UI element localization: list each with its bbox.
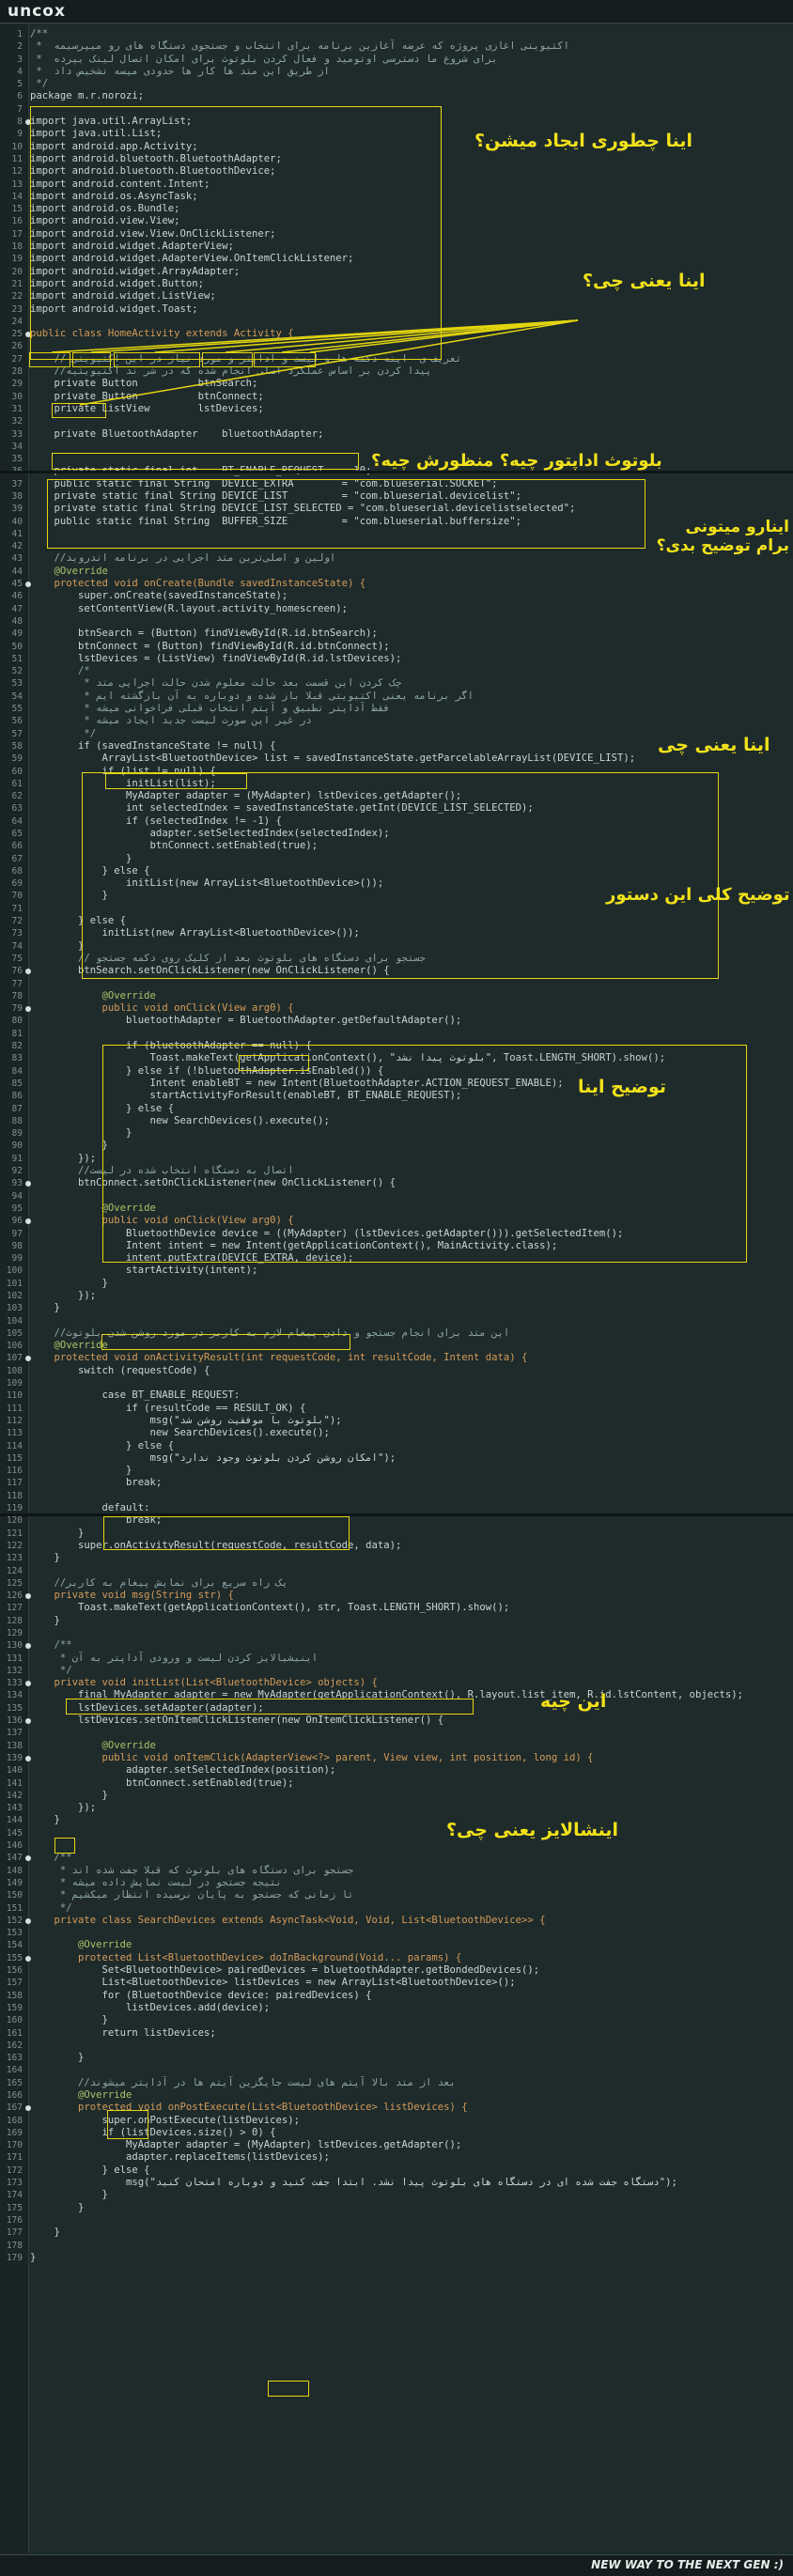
note-onclick: توضیح اینا bbox=[578, 1077, 667, 1097]
code-editor: 1/** 2 * اکتیویتی اغازی پروژه که عرضه آغا… bbox=[0, 24, 793, 2553]
annotation-arrows bbox=[51, 319, 579, 406]
note-saved-state: اینا یعنی چی bbox=[658, 735, 770, 755]
note-initlist: اینشالایز یعنی چی؟ bbox=[446, 1820, 618, 1840]
site-logo: uncox bbox=[8, 2, 66, 21]
footer-slogan: NEW WAY TO THE NEXT GEN :) bbox=[591, 2558, 784, 2571]
note-imports: اینا چطوری ایجاد میشن؟ bbox=[474, 131, 693, 151]
note-constants: اینارو میتونی برام توضیح بدی؟ bbox=[656, 518, 789, 555]
note-super-result: این چیه bbox=[540, 1691, 607, 1712]
note-bluetooth-adapter: بلوتوث اداپتور چیه؟ منظورش چیه؟ bbox=[371, 451, 662, 471]
note-class-keywords: اینا یعنی چی؟ bbox=[583, 271, 706, 291]
top-bar: uncox bbox=[0, 0, 793, 23]
note-if-block: توضیح کلی این دستور bbox=[606, 885, 790, 905]
footer-bar: NEW WAY TO THE NEXT GEN :) bbox=[0, 2554, 793, 2576]
